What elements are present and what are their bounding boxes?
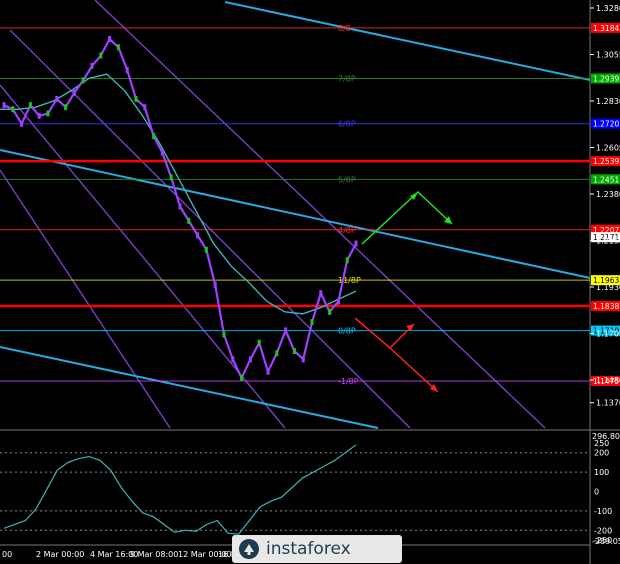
time-tick-label-0: 00: [2, 550, 12, 559]
oscillator-tick-label-4: -100: [594, 507, 612, 516]
price-candle-12: [108, 36, 112, 42]
price-candle-15: [134, 95, 138, 102]
price-candle-40: [354, 240, 358, 247]
murrey-label-7: -1/8P: [338, 377, 359, 386]
price-candle-5: [46, 110, 50, 117]
price-candle-32: [284, 327, 288, 334]
instaforex-watermark: instaforex: [232, 535, 402, 563]
price-tick-label-3: 1.2605: [596, 144, 620, 153]
price-candle-38: [336, 298, 340, 305]
price-candle-28: [248, 356, 252, 363]
murrey-label-1: 7/8P: [338, 74, 356, 83]
price-badge-label-3: 1.2539: [593, 157, 619, 166]
price-candle-7: [64, 104, 68, 111]
price-candle-18: [160, 149, 164, 156]
oscillator-top-label: 296.8025: [592, 432, 620, 441]
murrey-label-2: 6/8P: [338, 120, 356, 129]
murrey-label-4: 4/8P: [338, 226, 356, 235]
watermark-text: instaforex: [266, 539, 351, 559]
murrey-label-6: 0/8P: [338, 327, 356, 336]
time-tick-label-1: 2 Mar 00:00: [36, 550, 84, 559]
price-candle-36: [319, 290, 323, 297]
price-candle-23: [204, 246, 208, 253]
oscillator-tick-label-1: 200: [594, 449, 609, 458]
price-badge-label-2: 1.2720: [593, 120, 619, 129]
price-candle-14: [125, 67, 129, 73]
price-candle-4: [37, 112, 41, 119]
price-candle-21: [187, 217, 191, 224]
price-candle-27: [240, 374, 244, 381]
price-candle-30: [266, 368, 270, 375]
instaforex-logo-icon: [239, 539, 259, 559]
price-candle-16: [143, 104, 147, 111]
price-badge-label-8: 1.1838: [593, 302, 619, 311]
oscillator-tick-label-3: 0: [594, 488, 599, 497]
price-candle-10: [90, 62, 94, 69]
price-candle-6: [55, 95, 59, 102]
murrey-label-3: 5/8P: [338, 175, 356, 184]
price-candle-20: [178, 203, 182, 210]
price-candle-3: [28, 102, 32, 109]
price-tick-label-2: 1.2830: [596, 97, 620, 106]
price-candle-39: [345, 257, 349, 264]
price-candle-34: [301, 356, 305, 363]
price-candle-29: [257, 339, 261, 346]
oscillator-panel: 2502001000-100-200-250296.8025-289.053: [0, 432, 620, 546]
price-tick-label-6: 1.1930: [596, 283, 620, 292]
price-candle-25: [222, 331, 226, 338]
price-candle-0: [2, 102, 6, 109]
oscillator-tick-label-2: 100: [594, 468, 609, 477]
price-candle-37: [328, 308, 332, 315]
price-candle-22: [196, 232, 200, 239]
price-candle-33: [292, 348, 296, 355]
price-badge-label-4: 1.2451: [593, 175, 619, 184]
oscillator-bottom-label: -289.053: [592, 537, 620, 546]
price-tick-label-0: 1.3280: [596, 4, 620, 13]
price-candle-31: [275, 350, 279, 357]
price-tick-label-8: 1.1480: [596, 376, 620, 385]
price-candle-8: [72, 89, 76, 96]
price-candle-2: [20, 120, 24, 127]
oscillator-tick-label-5: -200: [594, 526, 612, 535]
price-candle-13: [116, 44, 120, 51]
price-tick-label-1: 1.3055: [596, 51, 620, 60]
murrey-label-0: 8/8: [338, 24, 351, 33]
price-tick-label-7: 1.1705: [596, 330, 620, 339]
price-chart: 8/87/8P6/8P5/8P4/8P11/8P0/8P-1/8P 1.3184…: [0, 0, 620, 564]
price-axis-ticks: 1.3280 1.3055 1.2830 1.2605 1.2380 1.2155 1.19…: [590, 4, 620, 408]
price-candle-17: [152, 133, 156, 140]
price-tick-label-5: 1.2155: [596, 237, 620, 246]
price-badge-label-0: 1.3184: [593, 24, 619, 33]
price-candle-26: [231, 356, 235, 363]
time-tick-label-3: 9 Mar 08:00: [130, 550, 178, 559]
time-axis-ticks: 00 2 Mar 00:00 4 Mar 16:009 Mar 08:00 12 Ma…: [2, 550, 247, 559]
price-tick-label-9: 1.1370: [596, 399, 620, 408]
price-candle-9: [81, 77, 85, 84]
oscillator-line: [3, 444, 357, 535]
price-badge-label-1: 1.2939: [593, 74, 619, 83]
price-candle-1: [11, 106, 15, 113]
price-tick-label-4: 1.2380: [596, 190, 620, 199]
price-candle-35: [310, 319, 314, 326]
price-candle-19: [169, 174, 173, 181]
price-candle-11: [99, 52, 103, 59]
price-candle-24: [213, 281, 217, 288]
